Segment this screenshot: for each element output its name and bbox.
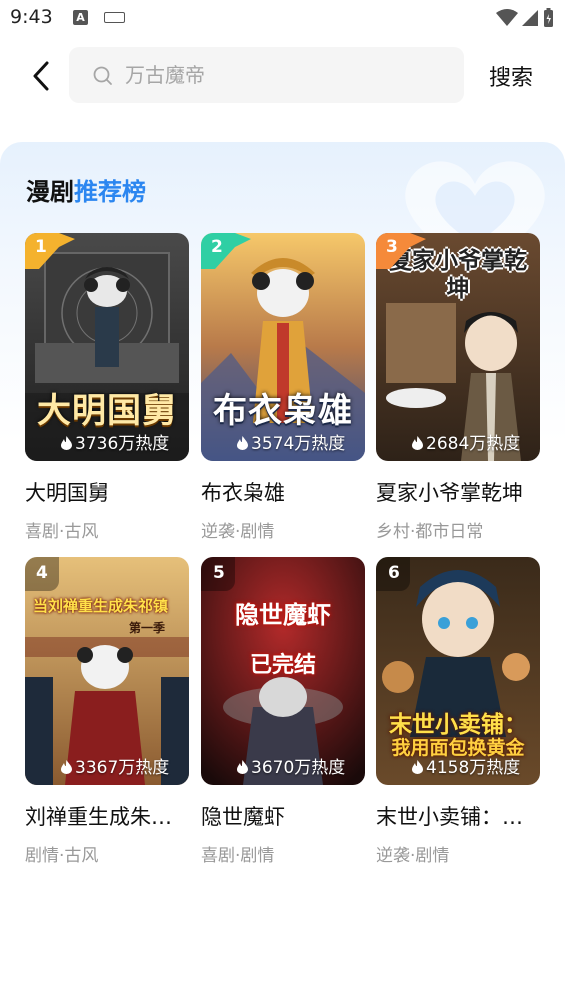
status-icons bbox=[495, 7, 555, 33]
drama-card-3[interactable]: 夏家小爷掌乾坤 2684万热度 3 夏家小爷掌乾坤 乡村·都市日常 bbox=[376, 233, 540, 542]
cover-art-image bbox=[25, 557, 189, 785]
heat-label: 3736万热度 bbox=[61, 429, 169, 454]
search-icon bbox=[93, 66, 112, 85]
back-button[interactable] bbox=[28, 60, 56, 92]
status-bar: 9:43 A bbox=[0, 0, 565, 36]
flame-icon bbox=[237, 436, 248, 450]
wifi-icon bbox=[496, 9, 518, 26]
flame-icon bbox=[412, 760, 423, 774]
cover-subtitle: 第一季 bbox=[129, 621, 166, 635]
drama-cover[interactable]: 大明国舅 3736万热度 1 bbox=[25, 233, 189, 461]
drama-tags: 逆袭·剧情 bbox=[376, 846, 450, 866]
cover-title: 布衣枭雄 bbox=[213, 391, 353, 431]
flame-icon bbox=[61, 760, 72, 774]
drama-name[interactable]: 夏家小爷掌乾坤 bbox=[376, 477, 540, 507]
heat-label: 4158万热度 bbox=[412, 753, 520, 778]
drama-card-6[interactable]: 末世小卖铺： 我用面包换黄金 4158万热度 6 末世小卖铺：… 逆袭·剧情 bbox=[376, 557, 540, 866]
drama-name[interactable]: 刘禅重生成朱… bbox=[25, 801, 189, 831]
rank-number: 3 bbox=[386, 237, 398, 257]
heat-label: 3670万热度 bbox=[237, 753, 345, 778]
cover-title: 隐世魔虾 bbox=[235, 601, 331, 629]
drama-tags: 喜剧·古风 bbox=[25, 522, 99, 542]
flame-icon bbox=[237, 760, 248, 774]
cover-title: 大明国舅 bbox=[37, 391, 177, 431]
drama-cover[interactable]: 末世小卖铺： 我用面包换黄金 4158万热度 6 bbox=[376, 557, 540, 785]
drama-cover[interactable]: 当刘禅重生成朱祁镇 第一季 3367万热度 4 bbox=[25, 557, 189, 785]
cover-title: 当刘禅重生成朱祁镇 bbox=[33, 597, 169, 615]
search-input[interactable] bbox=[125, 47, 445, 103]
drama-cover[interactable]: 夏家小爷掌乾坤 2684万热度 3 bbox=[376, 233, 540, 461]
heat-label: 2684万热度 bbox=[412, 429, 520, 454]
search-box[interactable] bbox=[69, 47, 464, 103]
drama-cover[interactable]: 布衣枭雄 3574万热度 2 bbox=[201, 233, 365, 461]
section-title: 漫剧推荐榜 bbox=[26, 172, 146, 207]
search-button[interactable]: 搜索 bbox=[489, 60, 533, 92]
drama-tags: 乡村·都市日常 bbox=[376, 522, 484, 542]
cover-subtitle: 已完结 bbox=[249, 653, 316, 678]
section-title-plain: 漫剧 bbox=[26, 178, 74, 206]
drama-tags: 逆袭·剧情 bbox=[201, 522, 275, 542]
recommend-rank-section: 漫剧推荐榜 大明国舅 3736万热度 1 大明国舅 喜剧·古风 布衣枭雄 357… bbox=[0, 142, 565, 1004]
rank-number: 4 bbox=[36, 563, 48, 583]
drama-name[interactable]: 大明国舅 bbox=[25, 477, 189, 507]
rank-badge-icon bbox=[201, 233, 251, 269]
drama-card-4[interactable]: 当刘禅重生成朱祁镇 第一季 3367万热度 4 刘禅重生成朱… 剧情·古风 bbox=[25, 557, 189, 866]
drama-name[interactable]: 布衣枭雄 bbox=[201, 477, 365, 507]
heat-value: 4158万热度 bbox=[426, 758, 521, 778]
rank-badge-icon bbox=[25, 233, 75, 269]
drama-card-5[interactable]: 隐世魔虾 已完结 3670万热度 5 隐世魔虾 喜剧·剧情 bbox=[201, 557, 365, 866]
chevron-left-icon bbox=[33, 61, 49, 91]
flame-icon bbox=[412, 436, 423, 450]
drama-name[interactable]: 末世小卖铺：… bbox=[376, 801, 540, 831]
drama-name[interactable]: 隐世魔虾 bbox=[201, 801, 365, 831]
drama-card-1[interactable]: 大明国舅 3736万热度 1 大明国舅 喜剧·古风 bbox=[25, 233, 189, 542]
keyboard-icon bbox=[104, 12, 125, 23]
search-header: 搜索 bbox=[0, 46, 565, 104]
rank-number: 5 bbox=[213, 563, 225, 583]
status-time: 9:43 bbox=[10, 6, 53, 28]
signal-battery-icons bbox=[496, 8, 553, 27]
heat-value: 2684万热度 bbox=[426, 434, 521, 454]
rank-number: 2 bbox=[211, 237, 223, 257]
rank-number: 6 bbox=[388, 563, 400, 583]
section-title-accent: 推荐榜 bbox=[74, 178, 146, 206]
flame-icon bbox=[61, 436, 72, 450]
drama-tags: 喜剧·剧情 bbox=[201, 846, 275, 866]
drama-cover[interactable]: 隐世魔虾 已完结 3670万热度 5 bbox=[201, 557, 365, 785]
rank-badge-icon bbox=[376, 233, 426, 269]
notification-a-icon: A bbox=[73, 10, 88, 25]
heat-value: 3736万热度 bbox=[75, 434, 170, 454]
heat-value: 3670万热度 bbox=[251, 758, 346, 778]
heat-value: 3574万热度 bbox=[251, 434, 346, 454]
drama-card-2[interactable]: 布衣枭雄 3574万热度 2 布衣枭雄 逆袭·剧情 bbox=[201, 233, 365, 542]
rank-number: 1 bbox=[35, 237, 47, 257]
heat-label: 3367万热度 bbox=[61, 753, 169, 778]
drama-tags: 剧情·古风 bbox=[25, 846, 99, 866]
heat-label: 3574万热度 bbox=[237, 429, 345, 454]
heat-value: 3367万热度 bbox=[75, 758, 170, 778]
cell-signal-icon bbox=[522, 10, 538, 26]
